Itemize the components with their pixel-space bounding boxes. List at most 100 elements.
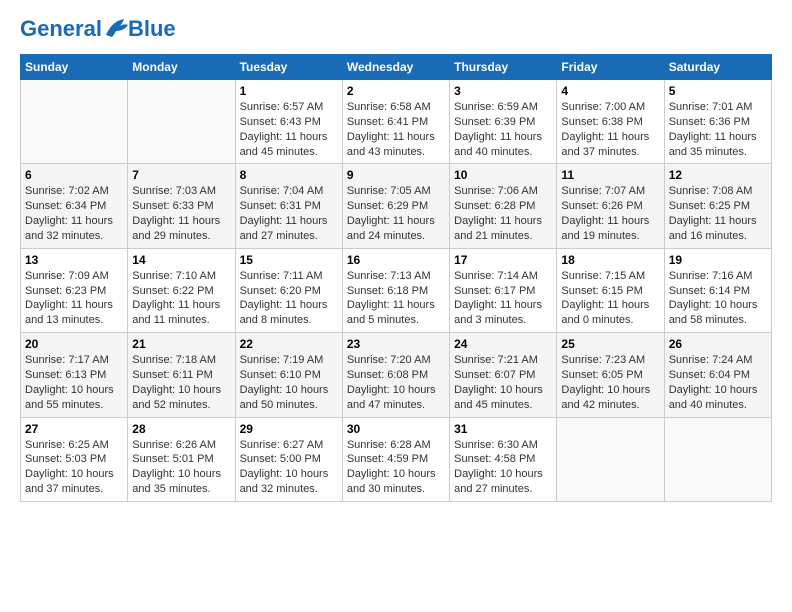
sunset-text: Sunset: 6:39 PM <box>454 116 535 128</box>
sunrise-text: Sunrise: 7:11 AM <box>240 270 323 282</box>
daylight-text: Daylight: 11 hours and 3 minutes. <box>454 299 542 326</box>
sunrise-text: Sunrise: 6:58 AM <box>347 101 431 113</box>
weekday-header-monday: Monday <box>128 55 235 80</box>
sunset-text: Sunset: 4:59 PM <box>347 453 428 465</box>
sunrise-text: Sunrise: 7:14 AM <box>454 270 538 282</box>
daylight-text: Daylight: 10 hours and 47 minutes. <box>347 384 436 411</box>
sunrise-text: Sunrise: 6:30 AM <box>454 439 538 451</box>
sunrise-text: Sunrise: 7:10 AM <box>132 270 216 282</box>
sunset-text: Sunset: 6:05 PM <box>561 369 642 381</box>
sunrise-text: Sunrise: 6:26 AM <box>132 439 216 451</box>
day-info: Sunrise: 7:06 AMSunset: 6:28 PMDaylight:… <box>454 184 552 243</box>
day-number: 31 <box>454 422 552 436</box>
day-info: Sunrise: 7:14 AM Sunset: 6:17 PM Daylight:… <box>454 269 552 328</box>
daylight-text: Daylight: 11 hours and 0 minutes. <box>561 299 649 326</box>
calendar-cell <box>21 80 128 164</box>
calendar-cell: 11Sunrise: 7:07 AMSunset: 6:26 PMDayligh… <box>557 164 664 248</box>
day-info: Sunrise: 7:10 AMSunset: 6:22 PMDaylight:… <box>132 269 230 328</box>
sunset-text: Sunset: 6:14 PM <box>669 285 750 297</box>
sunset-text: Sunset: 6:25 PM <box>669 200 750 212</box>
calendar-cell: 7Sunrise: 7:03 AMSunset: 6:33 PMDaylight… <box>128 164 235 248</box>
logo: General Blue <box>20 16 176 42</box>
day-info: Sunrise: 7:08 AMSunset: 6:25 PMDaylight:… <box>669 184 767 243</box>
daylight-text: Daylight: 11 hours and 43 minutes. <box>347 131 435 158</box>
day-number: 2 <box>347 84 445 98</box>
daylight-text: Daylight: 10 hours and 32 minutes. <box>240 468 329 495</box>
calendar-cell: 3 Sunrise: 6:59 AMSunset: 6:39 PMDaylight… <box>450 80 557 164</box>
daylight-text: Daylight: 10 hours and 30 minutes. <box>347 468 436 495</box>
day-info: Sunrise: 7:24 AMSunset: 6:04 PMDaylight:… <box>669 353 767 412</box>
day-info: Sunrise: 7:21 AMSunset: 6:07 PMDaylight:… <box>454 353 552 412</box>
sunrise-text: Sunrise: 7:17 AM <box>25 354 109 366</box>
day-info: Sunrise: 7:23 AM Sunset: 6:05 PM Daylight:… <box>561 353 659 412</box>
sunrise-text: Sunrise: 7:18 AM <box>132 354 216 366</box>
calendar-cell: 16Sunrise: 7:13 AMSunset: 6:18 PMDayligh… <box>342 248 449 332</box>
daylight-text: Daylight: 10 hours and 42 minutes. <box>561 384 650 411</box>
calendar-cell: 31 Sunrise: 6:30 AMSunset: 4:58 PMDayligh… <box>450 417 557 501</box>
logo-text: General <box>20 17 130 41</box>
day-info: Sunrise: 6:59 AMSunset: 6:39 PMDaylight:… <box>454 100 552 159</box>
day-number: 28 <box>132 422 230 436</box>
sunset-text: Sunset: 6:08 PM <box>347 369 428 381</box>
calendar-cell: 27Sunrise: 6:25 AMSunset: 5:03 PMDayligh… <box>21 417 128 501</box>
sunrise-text: Sunrise: 7:16 AM <box>669 270 753 282</box>
day-number: 30 <box>347 422 445 436</box>
sunset-text: Sunset: 6:28 PM <box>454 200 535 212</box>
daylight-text: Daylight: 11 hours and 11 minutes. <box>132 299 220 326</box>
sunrise-text: Sunrise: 6:57 AM <box>240 101 324 113</box>
sunrise-text: Sunrise: 6:27 AM <box>240 439 324 451</box>
sunset-text: Sunset: 6:38 PM <box>561 116 642 128</box>
day-number: 7 <box>132 168 230 182</box>
day-info: Sunrise: 6:30 AMSunset: 4:58 PMDaylight:… <box>454 438 552 497</box>
weekday-header-sunday: Sunday <box>21 55 128 80</box>
sunrise-text: Sunrise: 6:28 AM <box>347 439 431 451</box>
daylight-text: Daylight: 10 hours and 55 minutes. <box>25 384 114 411</box>
calendar-cell: 13 Sunrise: 7:09 AMSunset: 6:23 PMDayligh… <box>21 248 128 332</box>
day-number: 16 <box>347 253 445 267</box>
calendar-cell: 12 Sunrise: 7:08 AMSunset: 6:25 PMDayligh… <box>664 164 771 248</box>
sunset-text: Sunset: 5:03 PM <box>25 453 106 465</box>
calendar-page: General Blue SundayMondayTuesdayWednesda… <box>0 0 792 512</box>
daylight-text: Daylight: 10 hours and 58 minutes. <box>669 299 758 326</box>
daylight-text: Daylight: 11 hours and 21 minutes. <box>454 215 542 242</box>
day-number: 10 <box>454 168 552 182</box>
sunset-text: Sunset: 5:00 PM <box>240 453 321 465</box>
sunset-text: Sunset: 6:33 PM <box>132 200 213 212</box>
sunrise-text: Sunrise: 7:24 AM <box>669 354 753 366</box>
day-info: Sunrise: 7:09 AMSunset: 6:23 PMDaylight:… <box>25 269 123 328</box>
sunset-text: Sunset: 6:17 PM <box>454 285 535 297</box>
sunset-text: Sunset: 6:43 PM <box>240 116 321 128</box>
day-number: 12 <box>669 168 767 182</box>
day-number: 25 <box>561 337 659 351</box>
daylight-text: Daylight: 11 hours and 16 minutes. <box>669 215 757 242</box>
day-info: Sunrise: 7:16 AM Sunset: 6:14 PM Daylight:… <box>669 269 767 328</box>
daylight-text: Daylight: 10 hours and 45 minutes. <box>454 384 543 411</box>
weekday-header-thursday: Thursday <box>450 55 557 80</box>
sunset-text: Sunset: 6:26 PM <box>561 200 642 212</box>
daylight-text: Daylight: 11 hours and 45 minutes. <box>240 131 328 158</box>
day-info: Sunrise: 7:18 AMSunset: 6:11 PMDaylight:… <box>132 353 230 412</box>
daylight-text: Daylight: 11 hours and 40 minutes. <box>454 131 542 158</box>
calendar-cell: 20Sunrise: 7:17 AMSunset: 6:13 PMDayligh… <box>21 333 128 417</box>
day-info: Sunrise: 7:13 AMSunset: 6:18 PMDaylight:… <box>347 269 445 328</box>
week-row-3: 13 Sunrise: 7:09 AMSunset: 6:23 PMDayligh… <box>21 248 772 332</box>
calendar-cell: 6Sunrise: 7:02 AMSunset: 6:34 PMDaylight… <box>21 164 128 248</box>
calendar-cell: 10 Sunrise: 7:06 AMSunset: 6:28 PMDayligh… <box>450 164 557 248</box>
sunrise-text: Sunrise: 7:13 AM <box>347 270 431 282</box>
sunset-text: Sunset: 6:18 PM <box>347 285 428 297</box>
day-number: 3 <box>454 84 552 98</box>
logo-general: General <box>20 16 102 41</box>
day-info: Sunrise: 7:11 AMSunset: 6:20 PMDaylight:… <box>240 269 338 328</box>
weekday-header-friday: Friday <box>557 55 664 80</box>
sunset-text: Sunset: 6:04 PM <box>669 369 750 381</box>
sunset-text: Sunset: 5:01 PM <box>132 453 213 465</box>
sunrise-text: Sunrise: 7:04 AM <box>240 185 324 197</box>
daylight-text: Daylight: 11 hours and 19 minutes. <box>561 215 649 242</box>
sunset-text: Sunset: 6:31 PM <box>240 200 321 212</box>
day-number: 13 <box>25 253 123 267</box>
daylight-text: Daylight: 11 hours and 29 minutes. <box>132 215 220 242</box>
weekday-header-tuesday: Tuesday <box>235 55 342 80</box>
day-number: 27 <box>25 422 123 436</box>
day-number: 29 <box>240 422 338 436</box>
sunrise-text: Sunrise: 7:23 AM <box>561 354 645 366</box>
